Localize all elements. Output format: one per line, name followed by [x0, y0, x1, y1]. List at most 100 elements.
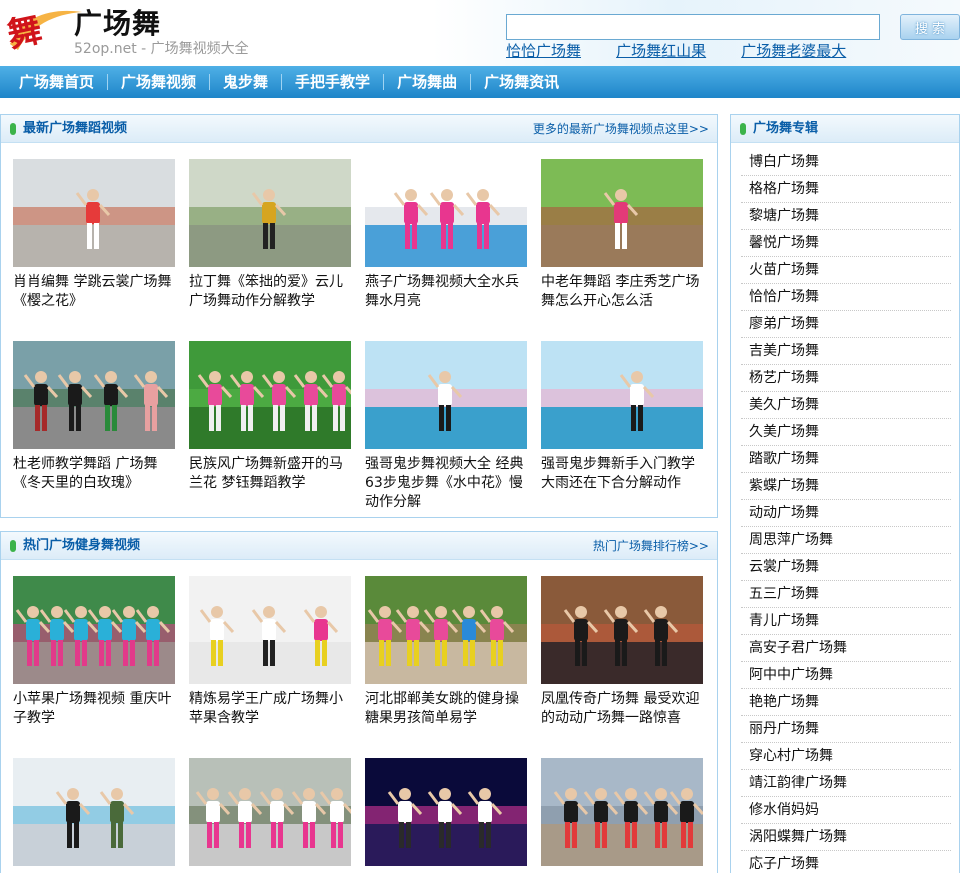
video-thumbnail[interactable] [541, 576, 703, 684]
album-item[interactable]: 涡阳蝶舞广场舞 [741, 824, 951, 851]
video-card[interactable]: 燕子广场舞视频大全水兵舞水月亮 [365, 159, 527, 311]
hot-link[interactable]: 恰恰广场舞 [506, 42, 581, 60]
video-card[interactable]: 强哥鬼步舞新手入门教学大雨还在下合分解动作 [541, 341, 703, 493]
video-thumbnail[interactable] [365, 341, 527, 449]
site-subtitle: 52op.net - 广场舞视频大全 [74, 41, 249, 57]
album-item[interactable]: 博白广场舞 [741, 149, 951, 176]
hot-links: 恰恰广场舞 广场舞红山果 广场舞老婆最大 [506, 40, 876, 62]
album-item[interactable]: 火苗广场舞 [741, 257, 951, 284]
video-title[interactable]: 强哥鬼步舞视频大全 经典63步鬼步舞《水中花》慢动作分解 [365, 455, 527, 512]
album-item[interactable]: 周思萍广场舞 [741, 527, 951, 554]
video-card[interactable] [189, 758, 351, 866]
hot-link[interactable]: 广场舞红山果 [616, 42, 706, 60]
album-item[interactable]: 穿心村广场舞 [741, 743, 951, 770]
video-title[interactable]: 燕子广场舞视频大全水兵舞水月亮 [365, 273, 527, 311]
header: 舞 广场舞 52op.net - 广场舞视频大全 搜 索 恰恰广场舞 广场舞红山… [0, 0, 960, 66]
video-thumbnail[interactable] [13, 758, 175, 866]
video-card[interactable]: 民族风广场舞新盛开的马兰花 梦钰舞蹈教学 [189, 341, 351, 493]
album-item[interactable]: 杨艺广场舞 [741, 365, 951, 392]
album-item[interactable]: 格格广场舞 [741, 176, 951, 203]
album-item[interactable]: 紫蝶广场舞 [741, 473, 951, 500]
hot-videos-panel: 热门广场健身舞视频 热门广场舞排行榜>> 小苹果广场舞视频 重庆叶子教学 精炼易… [0, 531, 718, 873]
nav-item-shuffle[interactable]: 鬼步舞 [210, 66, 281, 98]
album-item[interactable]: 青儿广场舞 [741, 608, 951, 635]
nav-item-music[interactable]: 广场舞曲 [384, 66, 470, 98]
video-thumbnail[interactable] [541, 341, 703, 449]
panel-title: 广场舞专辑 [753, 121, 819, 136]
search-input[interactable] [506, 14, 880, 40]
panel-title: 最新广场舞蹈视频 [23, 121, 128, 136]
site-logo[interactable]: 舞 [4, 4, 84, 60]
video-thumbnail[interactable] [365, 159, 527, 267]
album-item[interactable]: 艳艳广场舞 [741, 689, 951, 716]
video-title[interactable]: 民族风广场舞新盛开的马兰花 梦钰舞蹈教学 [189, 455, 351, 493]
video-thumbnail[interactable] [365, 758, 527, 866]
video-title[interactable]: 强哥鬼步舞新手入门教学大雨还在下合分解动作 [541, 455, 703, 493]
video-thumbnail[interactable] [189, 341, 351, 449]
video-thumbnail[interactable] [13, 159, 175, 267]
hot-link[interactable]: 广场舞老婆最大 [741, 42, 846, 60]
video-thumbnail[interactable] [541, 758, 703, 866]
nav-item-home[interactable]: 广场舞首页 [6, 66, 107, 98]
site-name: 广场舞 [74, 7, 162, 40]
video-thumbnail[interactable] [189, 576, 351, 684]
video-card[interactable]: 精炼易学王广成广场舞小苹果含教学 [189, 576, 351, 728]
nav-item-news[interactable]: 广场舞资讯 [471, 66, 572, 98]
album-item[interactable]: 靖江韵律广场舞 [741, 770, 951, 797]
video-card[interactable]: 中老年舞蹈 李庄秀芝广场舞怎么开心怎么活 [541, 159, 703, 311]
album-item[interactable]: 久美广场舞 [741, 419, 951, 446]
video-thumbnail[interactable] [13, 341, 175, 449]
panel-header: 广场舞专辑 [731, 115, 959, 143]
video-thumbnail[interactable] [365, 576, 527, 684]
video-thumbnail[interactable] [541, 159, 703, 267]
album-item[interactable]: 恰恰广场舞 [741, 284, 951, 311]
album-item[interactable]: 廖弟广场舞 [741, 311, 951, 338]
album-item[interactable]: 高安子君广场舞 [741, 635, 951, 662]
video-card[interactable] [13, 758, 175, 866]
bullet-icon [740, 123, 746, 135]
album-item[interactable]: 踏歌广场舞 [741, 446, 951, 473]
album-item[interactable]: 応子广场舞 [741, 851, 951, 873]
video-title[interactable]: 小苹果广场舞视频 重庆叶子教学 [13, 690, 175, 728]
more-link[interactable]: 热门广场舞排行榜>> [593, 532, 709, 560]
album-sidebar: 广场舞专辑 博白广场舞 格格广场舞 黎塘广场舞 馨悦广场舞 火苗广场舞 恰恰广场舞 廖弟广场… [730, 114, 960, 873]
album-item[interactable]: 阿中中广场舞 [741, 662, 951, 689]
album-item[interactable]: 吉美广场舞 [741, 338, 951, 365]
album-item[interactable]: 云裳广场舞 [741, 554, 951, 581]
video-title[interactable]: 精炼易学王广成广场舞小苹果含教学 [189, 690, 351, 728]
nav-item-videos[interactable]: 广场舞视频 [108, 66, 209, 98]
video-card[interactable]: 凤凰传奇广场舞 最受欢迎的动动广场舞一路惊喜 [541, 576, 703, 728]
video-card[interactable]: 小苹果广场舞视频 重庆叶子教学 [13, 576, 175, 728]
video-thumbnail[interactable] [189, 159, 351, 267]
video-thumbnail[interactable] [189, 758, 351, 866]
album-item[interactable]: 馨悦广场舞 [741, 230, 951, 257]
album-item[interactable]: 美久广场舞 [741, 392, 951, 419]
album-list: 博白广场舞 格格广场舞 黎塘广场舞 馨悦广场舞 火苗广场舞 恰恰广场舞 廖弟广场舞 吉美广场舞… [741, 149, 951, 873]
album-item[interactable]: 黎塘广场舞 [741, 203, 951, 230]
search-button[interactable]: 搜 索 [900, 14, 960, 40]
nav-item-tutorial[interactable]: 手把手教学 [282, 66, 383, 98]
more-link[interactable]: 更多的最新广场舞视频点这里>> [533, 115, 709, 143]
album-item[interactable]: 修水俏妈妈 [741, 797, 951, 824]
panel-header: 最新广场舞蹈视频 更多的最新广场舞视频点这里>> [1, 115, 717, 143]
bullet-icon [10, 540, 16, 552]
video-title[interactable]: 拉丁舞《笨拙的爱》云儿广场舞动作分解教学 [189, 273, 351, 311]
video-card[interactable] [541, 758, 703, 866]
video-title[interactable]: 凤凰传奇广场舞 最受欢迎的动动广场舞一路惊喜 [541, 690, 703, 728]
video-title[interactable]: 河北邯郸美女跳的健身操糖果男孩简单易学 [365, 690, 527, 728]
panel-title: 热门广场健身舞视频 [23, 538, 141, 553]
main-nav: 广场舞首页 广场舞视频 鬼步舞 手把手教学 广场舞曲 广场舞资讯 [0, 66, 960, 98]
video-card[interactable]: 强哥鬼步舞视频大全 经典63步鬼步舞《水中花》慢动作分解 [365, 341, 527, 512]
video-card[interactable]: 拉丁舞《笨拙的爱》云儿广场舞动作分解教学 [189, 159, 351, 311]
video-title[interactable]: 肖肖编舞 学跳云裳广场舞《樱之花》 [13, 273, 175, 311]
video-card[interactable]: 肖肖编舞 学跳云裳广场舞《樱之花》 [13, 159, 175, 311]
album-item[interactable]: 五三广场舞 [741, 581, 951, 608]
album-item[interactable]: 动动广场舞 [741, 500, 951, 527]
video-title[interactable]: 杜老师教学舞蹈 广场舞《冬天里的白玫瑰》 [13, 455, 175, 493]
video-card[interactable] [365, 758, 527, 866]
album-item[interactable]: 丽丹广场舞 [741, 716, 951, 743]
video-card[interactable]: 河北邯郸美女跳的健身操糖果男孩简单易学 [365, 576, 527, 728]
video-thumbnail[interactable] [13, 576, 175, 684]
video-title[interactable]: 中老年舞蹈 李庄秀芝广场舞怎么开心怎么活 [541, 273, 703, 311]
video-card[interactable]: 杜老师教学舞蹈 广场舞《冬天里的白玫瑰》 [13, 341, 175, 493]
